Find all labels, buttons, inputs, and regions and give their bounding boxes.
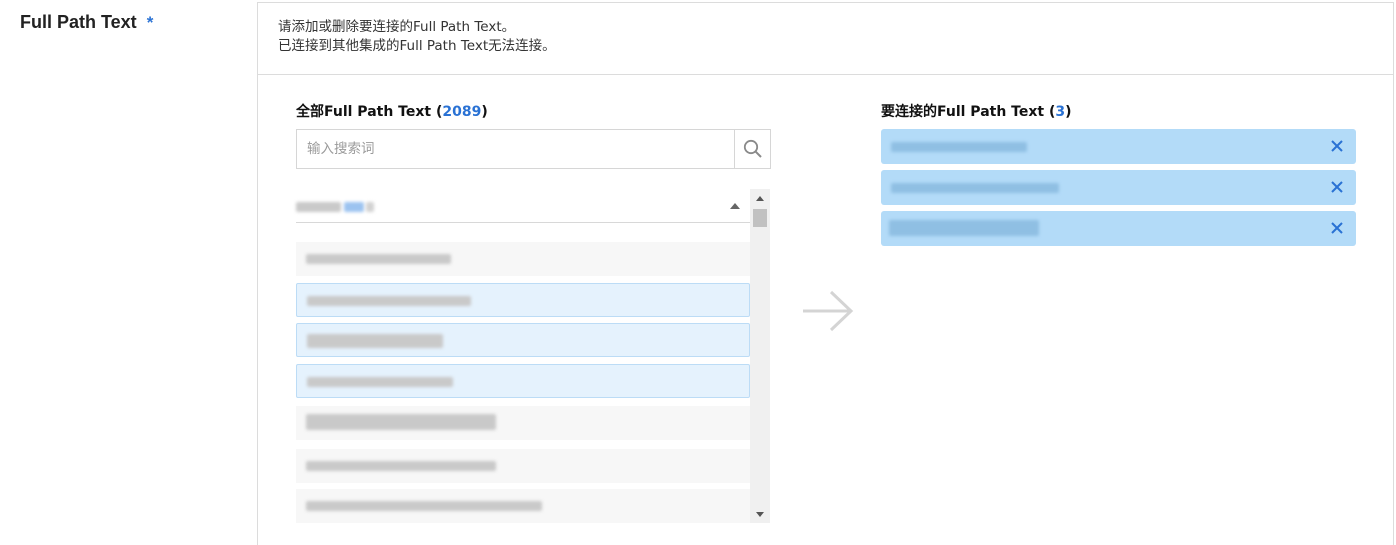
list-item[interactable] [296, 364, 750, 398]
connected-item [881, 211, 1356, 246]
list-item[interactable] [296, 489, 750, 523]
description-line-1: 请添加或删除要连接的Full Path Text。 [278, 19, 516, 35]
magnifier-icon [743, 139, 762, 158]
close-icon[interactable] [1330, 139, 1344, 153]
scrollbar-thumb[interactable] [753, 209, 767, 227]
caret-down-icon [756, 511, 764, 517]
scroll-up-button[interactable] [750, 189, 770, 207]
group-header[interactable] [296, 189, 750, 223]
caret-up-icon [730, 203, 740, 209]
connected-count: 3 [1055, 104, 1066, 120]
available-count: 2089 [442, 104, 482, 120]
available-list-title: 全部Full Path Text (2089) [296, 104, 488, 120]
connected-item [881, 129, 1356, 164]
available-list [296, 189, 771, 523]
connected-list-title: 要连接的Full Path Text (3) [881, 104, 1072, 120]
list-item[interactable] [296, 406, 750, 440]
scroll-down-button[interactable] [750, 505, 770, 523]
field-label: Full Path Text * [20, 12, 153, 33]
transfer-arrow-icon [803, 290, 854, 332]
search-box [296, 129, 771, 169]
connection-panel: 请添加或删除要连接的Full Path Text。 已连接到其他集成的Full … [257, 2, 1394, 545]
required-mark: * [146, 13, 154, 32]
panel-description: 请添加或删除要连接的Full Path Text。 已连接到其他集成的Full … [258, 3, 1393, 75]
search-button[interactable] [734, 130, 770, 168]
list-scrollbar[interactable] [750, 189, 770, 523]
list-item[interactable] [296, 283, 750, 317]
description-line-2: 已连接到其他集成的Full Path Text无法连接。 [278, 38, 556, 54]
redacted-group-name [296, 202, 341, 212]
list-item[interactable] [296, 242, 750, 276]
connected-item [881, 170, 1356, 205]
list-item[interactable] [296, 323, 750, 357]
caret-up-icon [756, 195, 764, 201]
search-input[interactable] [297, 130, 735, 168]
redacted-group-count [344, 202, 364, 212]
list-item[interactable] [296, 449, 750, 483]
close-icon[interactable] [1330, 180, 1344, 194]
close-icon[interactable] [1330, 221, 1344, 235]
field-label-text: Full Path Text [20, 12, 137, 32]
